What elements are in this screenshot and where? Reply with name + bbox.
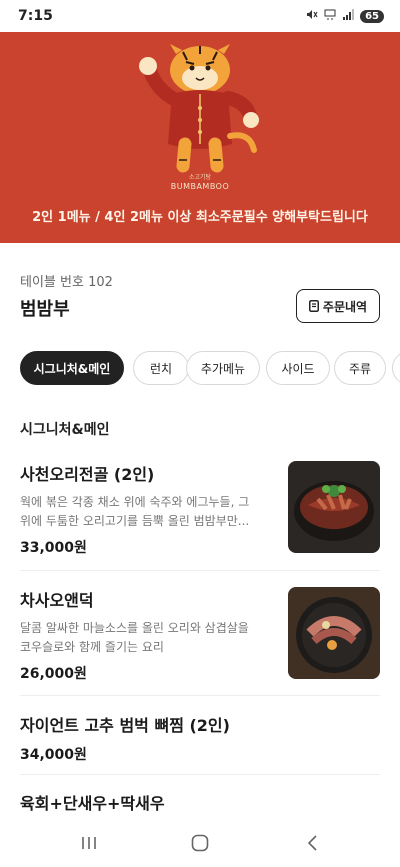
brand-logo-text: BUMBAMBOO [170,182,230,191]
table-number: 테이블 번호 102 [20,275,113,290]
status-bar: 7:15 65 [0,0,400,32]
tab-liquor[interactable]: 주류 [334,351,386,385]
menu-item-name: 사천오리전골 (2인) [20,465,155,484]
menu-item-name: 자이언트 고추 범벅 뼈찜 (2인) [20,716,230,735]
divider [20,695,380,696]
menu-item-yukhoe-shrimp[interactable]: 육회+단새우+딱새우 [20,790,380,814]
menu-item-desc-line1: 달콤 알싸한 마늘소스를 올린 오리와 삼겹살을 [20,621,249,635]
status-time: 7:15 [18,8,53,24]
menu-item-giant-pepper-ribs[interactable]: 자이언트 고추 범벅 뼈찜 (2인) 34,000원 [20,712,380,764]
menu-item-price: 33,000원 [20,540,87,556]
data-icon [324,9,336,23]
mute-icon [306,9,318,23]
store-name: 범밤부 [20,299,70,320]
menu-item-name: 육회+단새우+딱새우 [20,794,165,813]
receipt-icon [308,300,319,312]
tab-signature-main[interactable]: 시그니처&메인 [20,351,124,385]
menu-item-desc-line2: 위에 두툼한 오리고기를 듬뿍 올린 범밤부만... [20,514,250,528]
menu-item-char-siu-duck[interactable]: 차사오앤덕 달콤 알싸한 마늘소스를 올린 오리와 삼겹살을 코우슬로와 함께 … [20,587,270,683]
tab-lunch[interactable]: 런치 [133,351,189,385]
status-icons: 65 [306,9,384,23]
home-icon[interactable] [180,830,220,856]
divider [20,570,380,571]
brand-tagline: 소고기탕 [188,174,212,181]
back-icon[interactable] [293,830,333,856]
menu-item-photo[interactable] [288,461,380,553]
tab-extra-menu[interactable]: 추가메뉴 [186,351,260,385]
menu-item-sichuan-duck-hotpot[interactable]: 사천오리전골 (2인) 웍에 볶은 각종 채소 위에 숙주와 에그누들, 그 위… [20,461,270,557]
signal-icon [342,9,355,23]
tab-side[interactable]: 사이드 [266,351,330,385]
category-tabs: 시그니처&메인 런치 추가메뉴 사이드 주류 [20,351,400,385]
section-title: 시그니처&메인 [20,422,110,438]
menu-item-name: 차사오앤덕 [20,591,94,610]
banner-notice: 2인 1메뉴 / 4인 2메뉴 이상 최소주문필수 양해부탁드립니다 [32,210,368,225]
system-nav-bar [0,818,400,867]
menu-item-price: 26,000원 [20,666,87,682]
divider [20,774,380,775]
order-history-button[interactable]: 주문내역 [296,289,380,323]
order-history-label: 주문내역 [322,299,368,314]
promo-banner: 소고기탕 BUMBAMBOO 2인 1메뉴 / 4인 2메뉴 이상 최소주문필수… [0,32,400,243]
menu-item-price: 34,000원 [20,747,87,763]
tab-more[interactable] [392,351,400,385]
menu-item-photo[interactable] [288,587,380,679]
battery-icon: 65 [360,9,384,23]
menu-item-desc-line1: 웍에 볶은 각종 채소 위에 숙주와 에그누들, 그 [20,495,250,509]
menu-item-desc-line2: 코우슬로와 함께 즐기는 요리 [20,640,164,654]
recent-apps-icon[interactable] [69,830,109,856]
